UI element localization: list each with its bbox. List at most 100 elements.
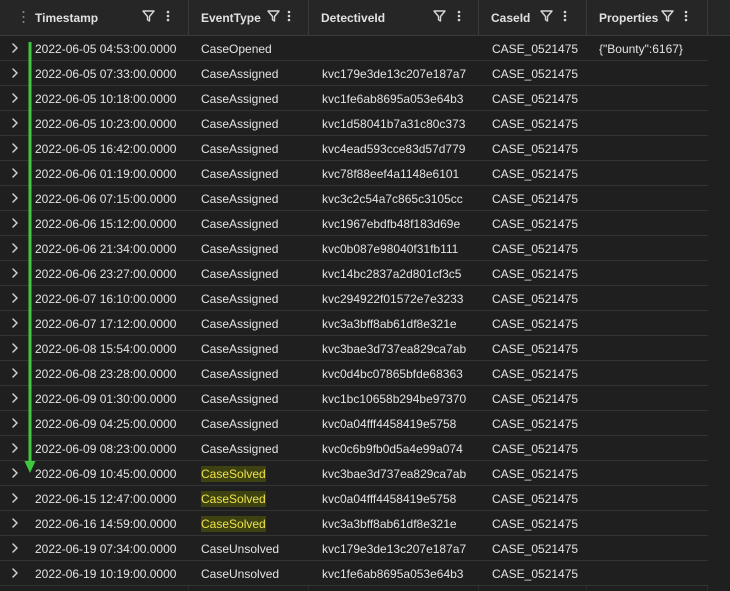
chevron-right-icon[interactable] xyxy=(0,211,28,235)
cell-event-type[interactable]: CaseAssigned xyxy=(201,192,278,206)
more-vertical-icon[interactable] xyxy=(563,9,577,25)
cell-event-type[interactable]: CaseAssigned xyxy=(201,267,278,281)
cell-timestamp[interactable]: 2022-06-06 15:12:00.0000 xyxy=(35,217,176,231)
chevron-right-icon[interactable] xyxy=(0,261,28,285)
cell-event-type[interactable]: CaseUnsolved xyxy=(201,567,279,581)
cell-timestamp[interactable]: 2022-06-06 07:15:00.0000 xyxy=(35,192,176,206)
filter-icon[interactable] xyxy=(267,9,281,25)
cell-case-id[interactable]: CASE_0521475 xyxy=(492,167,578,181)
cell-event-type[interactable]: CaseOpened xyxy=(201,42,272,56)
cell-case-id[interactable]: CASE_0521475 xyxy=(492,392,578,406)
cell-event-type[interactable]: CaseSolved xyxy=(201,516,266,532)
filter-icon[interactable] xyxy=(433,9,447,25)
chevron-right-icon[interactable] xyxy=(0,511,28,535)
cell-timestamp[interactable]: 2022-06-09 08:23:00.0000 xyxy=(35,442,176,456)
cell-case-id[interactable]: CASE_0521475 xyxy=(492,42,578,56)
cell-timestamp[interactable]: 2022-06-05 16:42:00.0000 xyxy=(35,142,176,156)
table-row[interactable]: 2022-06-05 07:33:00.0000 CaseAssigned kvc1… xyxy=(0,61,708,86)
cell-timestamp[interactable]: 2022-06-06 23:27:00.0000 xyxy=(35,267,176,281)
table-row[interactable]: 2022-06-05 10:18:00.0000 CaseAssigned kvc1… xyxy=(0,86,708,111)
table-row[interactable]: 2022-06-05 04:53:00.0000 CaseOpened CASE_0… xyxy=(0,36,708,61)
cell-case-id[interactable]: CASE_0521475 xyxy=(492,542,578,556)
cell-timestamp[interactable]: 2022-06-05 10:18:00.0000 xyxy=(35,92,176,106)
table-row[interactable]: 2022-06-19 07:34:00.0000 CaseUnsolved kvc1… xyxy=(0,536,708,561)
chevron-right-icon[interactable] xyxy=(0,536,28,560)
column-header-label[interactable]: Timestamp xyxy=(35,11,98,25)
table-row[interactable]: 2022-06-06 01:19:00.0000 CaseAssigned kvc7… xyxy=(0,161,708,186)
cell-case-id[interactable]: CASE_0521475 xyxy=(492,142,578,156)
table-row[interactable]: 2022-06-06 21:34:00.0000 CaseAssigned kvc0… xyxy=(0,236,708,261)
cell-detective-id[interactable]: kvc1fe6ab8695a053e64b3 xyxy=(322,92,463,106)
table-row[interactable]: 2022-06-06 07:15:00.0000 CaseAssigned kvc3… xyxy=(0,186,708,211)
cell-event-type[interactable]: CaseSolved xyxy=(201,466,266,482)
cell-timestamp[interactable]: 2022-06-09 01:30:00.0000 xyxy=(35,392,176,406)
cell-detective-id[interactable]: kvc78f88eef4a1148e6101 xyxy=(322,167,459,181)
chevron-right-icon[interactable] xyxy=(0,336,28,360)
cell-detective-id[interactable]: kvc3a3bff8ab61df8e321e xyxy=(322,517,457,531)
chevron-right-icon[interactable] xyxy=(0,486,28,510)
cell-event-type[interactable]: CaseAssigned xyxy=(201,392,278,406)
cell-case-id[interactable]: CASE_0521475 xyxy=(492,342,578,356)
cell-detective-id[interactable]: kvc1fe6ab8695a053e64b3 xyxy=(322,567,463,581)
column-header-label[interactable]: Properties xyxy=(599,11,658,25)
cell-case-id[interactable]: CASE_0521475 xyxy=(492,292,578,306)
table-row[interactable]: 2022-06-09 10:45:00.0000 CaseSolved kvc3ba… xyxy=(0,461,708,486)
cell-timestamp[interactable]: 2022-06-16 14:59:00.0000 xyxy=(35,517,176,531)
table-row[interactable]: 2022-06-15 12:47:00.0000 CaseSolved kvc0a0… xyxy=(0,486,708,511)
cell-detective-id[interactable]: kvc0a04fff4458419e5758 xyxy=(322,492,456,506)
more-vertical-icon[interactable] xyxy=(287,9,301,25)
cell-detective-id[interactable]: kvc0a04fff4458419e5758 xyxy=(322,417,456,431)
header-properties[interactable]: Properties xyxy=(587,0,708,36)
more-vertical-icon[interactable] xyxy=(166,9,180,25)
cell-detective-id[interactable]: kvc1d58041b7a31c80c373 xyxy=(322,117,465,131)
table-row[interactable]: 2022-06-07 16:10:00.0000 CaseAssigned kvc2… xyxy=(0,286,708,311)
column-header-label[interactable]: DetectiveId xyxy=(321,11,385,25)
cell-detective-id[interactable]: kvc14bc2837a2d801cf3c5 xyxy=(322,267,461,281)
vertical-scrollbar[interactable] xyxy=(708,36,730,591)
more-vertical-icon[interactable] xyxy=(457,9,471,25)
cell-detective-id[interactable]: kvc294922f01572e7e3233 xyxy=(322,292,463,306)
column-header-label[interactable]: CaseId xyxy=(491,11,530,25)
cell-detective-id[interactable]: kvc3bae3d737ea829ca7ab xyxy=(322,342,466,356)
cell-timestamp[interactable]: 2022-06-09 04:25:00.0000 xyxy=(35,417,176,431)
more-vertical-icon[interactable] xyxy=(684,9,698,25)
cell-case-id[interactable]: CASE_0521475 xyxy=(492,492,578,506)
cell-case-id[interactable]: CASE_0521475 xyxy=(492,417,578,431)
table-row[interactable]: 2022-06-05 16:42:00.0000 CaseAssigned kvc4… xyxy=(0,136,708,161)
chevron-right-icon[interactable] xyxy=(0,286,28,310)
cell-timestamp[interactable]: 2022-06-06 21:34:00.0000 xyxy=(35,242,176,256)
cell-event-type[interactable]: CaseAssigned xyxy=(201,367,278,381)
table-row[interactable]: 2022-06-07 17:12:00.0000 CaseAssigned kvc3… xyxy=(0,311,708,336)
cell-case-id[interactable]: CASE_0521475 xyxy=(492,517,578,531)
cell-event-type[interactable]: CaseAssigned xyxy=(201,292,278,306)
chevron-right-icon[interactable] xyxy=(0,561,28,585)
header-timestamp[interactable]: Timestamp xyxy=(28,0,189,36)
cell-event-type[interactable]: CaseAssigned xyxy=(201,142,278,156)
cell-timestamp[interactable]: 2022-06-06 01:19:00.0000 xyxy=(35,167,176,181)
cell-detective-id[interactable]: kvc1bc10658b294be97370 xyxy=(322,392,466,406)
cell-timestamp[interactable]: 2022-06-19 10:19:00.0000 xyxy=(35,567,176,581)
cell-event-type[interactable]: CaseAssigned xyxy=(201,242,278,256)
header-detective-id[interactable]: DetectiveId xyxy=(309,0,479,36)
chevron-right-icon[interactable] xyxy=(0,86,28,110)
table-row[interactable]: 2022-06-16 14:59:00.0000 CaseSolved kvc3a3… xyxy=(0,511,708,536)
cell-case-id[interactable]: CASE_0521475 xyxy=(492,92,578,106)
cell-detective-id[interactable]: kvc0b087e98040f31fb111 xyxy=(322,242,458,256)
table-row[interactable]: 2022-06-05 10:23:00.0000 CaseAssigned kvc1… xyxy=(0,111,708,136)
cell-timestamp[interactable]: 2022-06-08 23:28:00.0000 xyxy=(35,367,176,381)
chevron-right-icon[interactable] xyxy=(0,161,28,185)
chevron-right-icon[interactable] xyxy=(0,236,28,260)
drag-handle-icon[interactable] xyxy=(22,10,25,29)
table-row[interactable]: 2022-06-09 04:25:00.0000 CaseAssigned kvc0… xyxy=(0,411,708,436)
cell-event-type[interactable]: CaseUnsolved xyxy=(201,542,279,556)
cell-detective-id[interactable]: kvc4ead593cce83d57d779 xyxy=(322,142,465,156)
cell-case-id[interactable]: CASE_0521475 xyxy=(492,317,578,331)
chevron-right-icon[interactable] xyxy=(0,186,28,210)
cell-event-type[interactable]: CaseAssigned xyxy=(201,92,278,106)
chevron-right-icon[interactable] xyxy=(0,461,28,485)
cell-case-id[interactable]: CASE_0521475 xyxy=(492,192,578,206)
table-row[interactable]: 2022-06-09 08:23:00.0000 CaseAssigned kvc0… xyxy=(0,436,708,461)
cell-detective-id[interactable]: kvc3a3bff8ab61df8e321e xyxy=(322,317,457,331)
chevron-right-icon[interactable] xyxy=(0,36,28,60)
table-row[interactable]: 2022-06-09 01:30:00.0000 CaseAssigned kvc1… xyxy=(0,386,708,411)
